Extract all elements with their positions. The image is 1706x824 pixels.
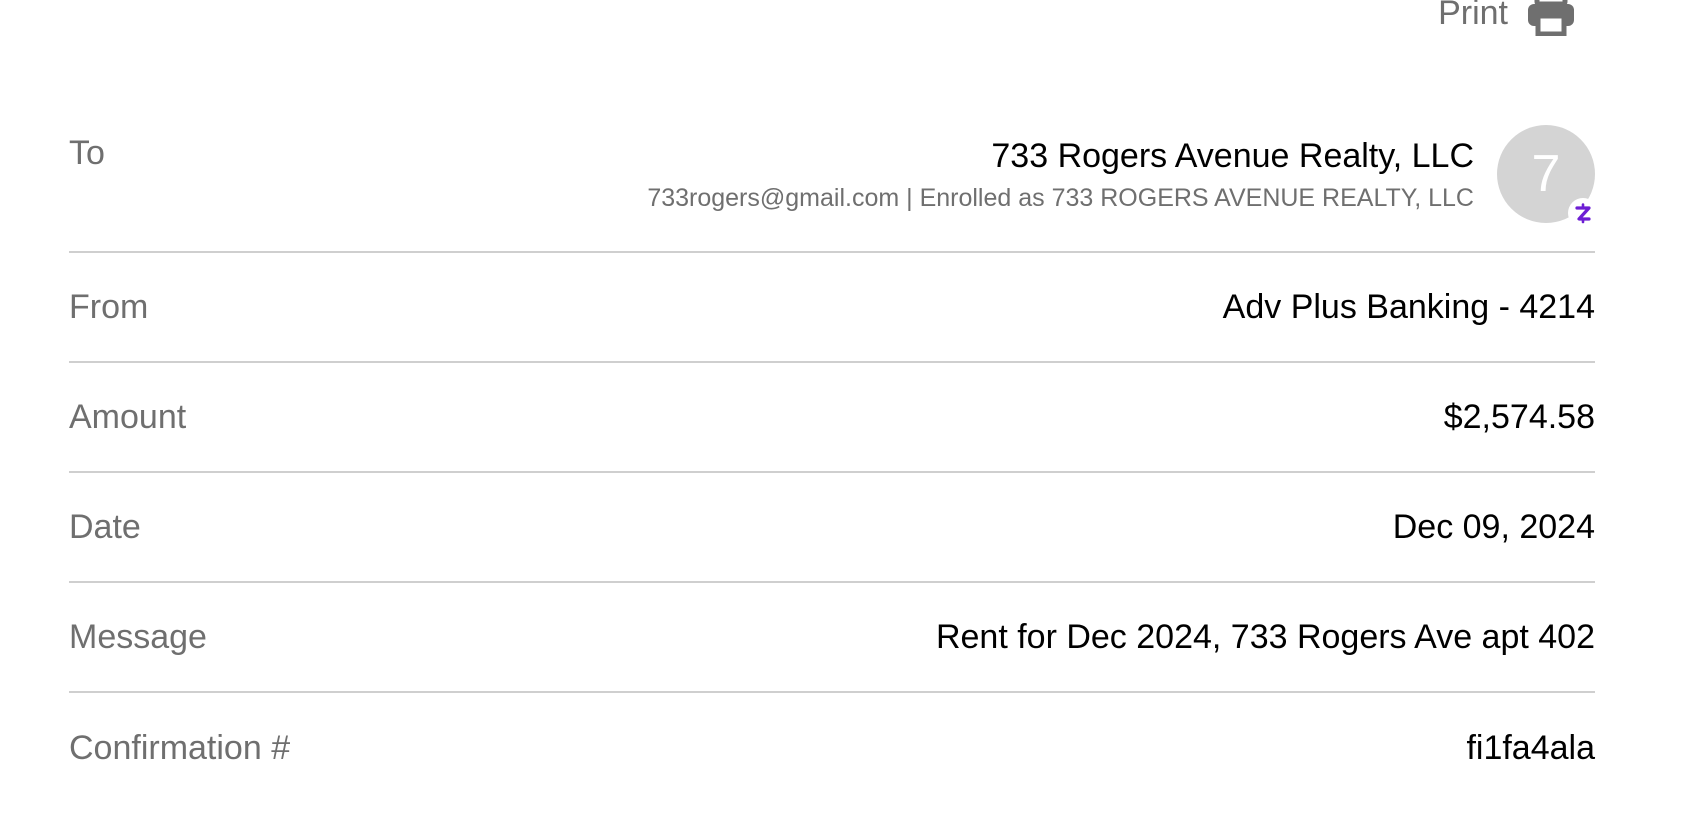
date-value: Dec 09, 2024 [1392,507,1595,546]
amount-label: Amount [69,397,187,436]
from-value: Adv Plus Banking - 4214 [1222,287,1595,326]
date-label: Date [69,507,141,546]
zelle-icon [1568,198,1598,228]
confirmation-value: fi1fa4ala [1466,728,1595,767]
recipient-name: 733 Rogers Avenue Realty, LLC [991,137,1474,175]
recipient-subtitle: 733rogers@gmail.com | Enrolled as 733 RO… [647,184,1474,212]
recipient-block: 733 Rogers Avenue Realty, LLC 733rogers@… [647,125,1598,228]
to-label: To [69,134,105,172]
message-value: Rent for Dec 2024, 733 Rogers Ave apt 40… [935,617,1595,656]
recipient-text: 733 Rogers Avenue Realty, LLC 733rogers@… [647,134,1474,214]
confirmation-row: Confirmation # fi1fa4ala [69,693,1595,803]
from-row: From Adv Plus Banking - 4214 [69,253,1595,363]
amount-value: $2,574.58 [1443,397,1595,436]
message-label: Message [69,617,207,656]
to-row: To 733 Rogers Avenue Realty, LLC 733roge… [69,100,1598,253]
avatar: 7 [1497,125,1598,228]
date-row: Date Dec 09, 2024 [69,473,1595,583]
print-button[interactable]: Print [1438,0,1576,38]
message-row: Message Rent for Dec 2024, 733 Rogers Av… [69,583,1595,693]
avatar-initial: 7 [1531,145,1561,203]
print-label: Print [1438,0,1508,32]
payment-details: To 733 Rogers Avenue Realty, LLC 733roge… [69,100,1598,803]
from-label: From [69,287,149,326]
confirmation-label: Confirmation # [69,728,291,767]
amount-row: Amount $2,574.58 [69,363,1595,473]
printer-icon [1526,0,1576,36]
